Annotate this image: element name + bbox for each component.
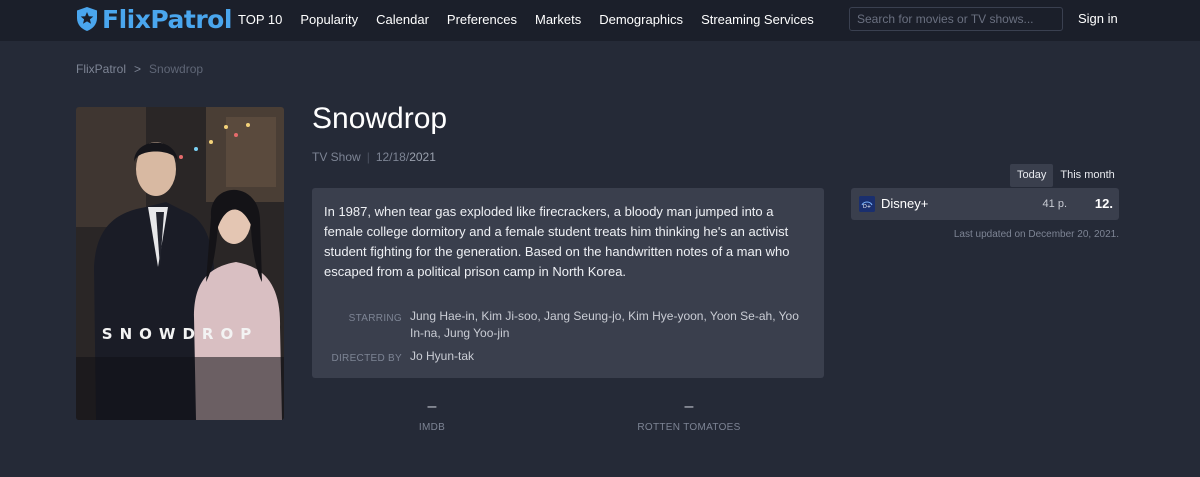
meta-divider: | xyxy=(366,150,370,164)
starring-list: Jung Hae-in, Kim Ji-soo, Jang Seung-jo, … xyxy=(410,309,799,340)
imdb-score: – xyxy=(427,398,437,415)
page-title: Snowdrop xyxy=(312,102,448,135)
search-input[interactable] xyxy=(849,7,1063,31)
ranking-period-tabs: Today This month xyxy=(1010,164,1122,187)
nav-popularity[interactable]: Popularity xyxy=(300,12,358,27)
nav-demographics[interactable]: Demographics xyxy=(599,12,683,27)
show-description: In 1987, when tear gas exploded like fir… xyxy=(324,204,790,279)
nav-top10[interactable]: TOP 10 xyxy=(238,12,282,27)
last-updated-text: Last updated on December 20, 2021. xyxy=(953,229,1119,240)
svg-text:D+: D+ xyxy=(863,204,871,210)
rotten-tomatoes-score: – xyxy=(684,398,694,415)
breadcrumb-home[interactable]: FlixPatrol xyxy=(76,62,126,76)
brand-name: FlixPatrol xyxy=(102,4,232,34)
chevron-right-icon: > xyxy=(134,62,142,76)
starring-row: STARRING Jung Hae-in, Kim Ji-soo, Jang S… xyxy=(324,308,812,342)
service-name: Disney+ xyxy=(881,196,929,211)
description-card: In 1987, when tear gas exploded like fir… xyxy=(312,188,824,378)
release-date-year[interactable]: 2021 xyxy=(409,150,436,164)
sign-in-link[interactable]: Sign in xyxy=(1078,11,1118,26)
nav-calendar[interactable]: Calendar xyxy=(376,12,429,27)
disney-plus-logo-icon: D+ xyxy=(859,196,875,212)
show-type: TV Show xyxy=(312,150,361,164)
service-ranking-row[interactable]: D+ Disney+ 41 p. 12. xyxy=(851,188,1119,220)
show-meta: TV Show | 12/18/2021 xyxy=(312,150,436,164)
rotten-tomatoes-label: ROTTEN TOMATOES xyxy=(637,422,741,433)
service-rank: 12. xyxy=(1094,196,1113,211)
release-date-month-day: 12/18/ xyxy=(375,150,410,164)
tab-this-month[interactable]: This month xyxy=(1053,164,1121,187)
imdb-rating: – IMDB xyxy=(392,398,472,433)
nav-preferences[interactable]: Preferences xyxy=(447,12,517,27)
poster-artwork xyxy=(76,107,284,420)
release-date: 12/18/2021 xyxy=(376,150,436,164)
main-nav: TOP 10 Popularity Calendar Preferences M… xyxy=(238,0,832,38)
breadcrumb: FlixPatrol > Snowdrop xyxy=(76,62,203,76)
tab-today[interactable]: Today xyxy=(1010,164,1054,187)
starring-label: STARRING xyxy=(348,313,402,324)
imdb-label: IMDB xyxy=(418,422,446,433)
breadcrumb-current: Snowdrop xyxy=(149,62,204,76)
show-poster: SNOWDROP xyxy=(76,107,284,420)
director-row: DIRECTED BY Jo Hyun-tak xyxy=(324,348,812,367)
poster-title-text: SNOWDROP xyxy=(101,325,259,343)
brand-logo[interactable]: FlixPatrol xyxy=(76,4,232,34)
rotten-tomatoes-rating: – ROTTEN TOMATOES xyxy=(629,398,749,433)
service-points: 41 p. xyxy=(1042,198,1067,210)
shield-star-icon xyxy=(77,7,97,31)
nav-streaming-services[interactable]: Streaming Services xyxy=(701,12,814,27)
director-name[interactable]: Jo Hyun-tak xyxy=(410,348,474,367)
directed-by-label: DIRECTED BY xyxy=(331,353,402,364)
disney-plus-mark: D+ xyxy=(859,196,875,212)
top-navigation-bar: FlixPatrol TOP 10 Popularity Calendar Pr… xyxy=(0,0,1200,41)
nav-markets[interactable]: Markets xyxy=(535,12,581,27)
